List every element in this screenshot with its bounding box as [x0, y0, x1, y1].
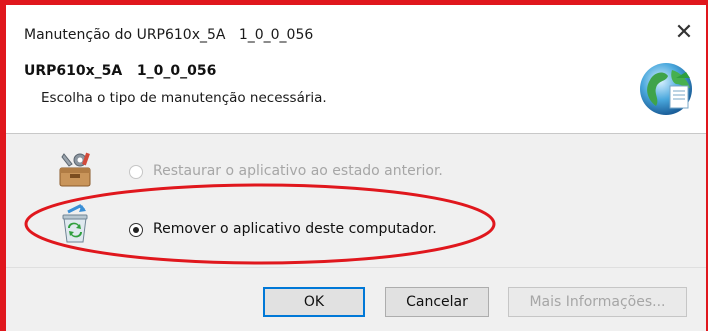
more-info-button[interactable]: Mais Informações...: [508, 287, 687, 317]
button-bar: OK Cancelar Mais Informações...: [6, 268, 706, 331]
remove-radio[interactable]: [129, 223, 143, 237]
red-annotation-border: [0, 0, 6, 331]
toolbox-repair-icon: [59, 152, 91, 187]
cancel-button[interactable]: Cancelar: [385, 287, 489, 317]
product-name: URP610x_5A 1_0_0_056: [24, 63, 217, 79]
option-restore: Restaurar o aplicativo ao estado anterio…: [6, 150, 706, 194]
header-panel: URP610x_5A 1_0_0_056 Escolha o tipo de m…: [6, 55, 706, 133]
window-title: Manutenção do URP610x_5A 1_0_0_056: [24, 27, 314, 43]
option-remove: Remover o aplicativo deste computador.: [6, 204, 706, 252]
ok-button[interactable]: OK: [263, 287, 365, 317]
globe-setup-icon: [640, 63, 692, 115]
restore-option-label[interactable]: Restaurar o aplicativo ao estado anterio…: [153, 163, 443, 179]
options-panel: Restaurar o aplicativo ao estado anterio…: [6, 134, 706, 267]
header-subtitle: Escolha o tipo de manutenção necessária.: [41, 90, 327, 106]
title-bar[interactable]: Manutenção do URP610x_5A 1_0_0_056 ✕: [6, 5, 706, 55]
remove-option-label[interactable]: Remover o aplicativo deste computador.: [153, 221, 437, 237]
close-icon: ✕: [674, 20, 694, 45]
restore-radio[interactable]: [129, 165, 143, 179]
recycle-bin-icon: [62, 204, 88, 243]
close-button[interactable]: ✕: [670, 19, 698, 47]
